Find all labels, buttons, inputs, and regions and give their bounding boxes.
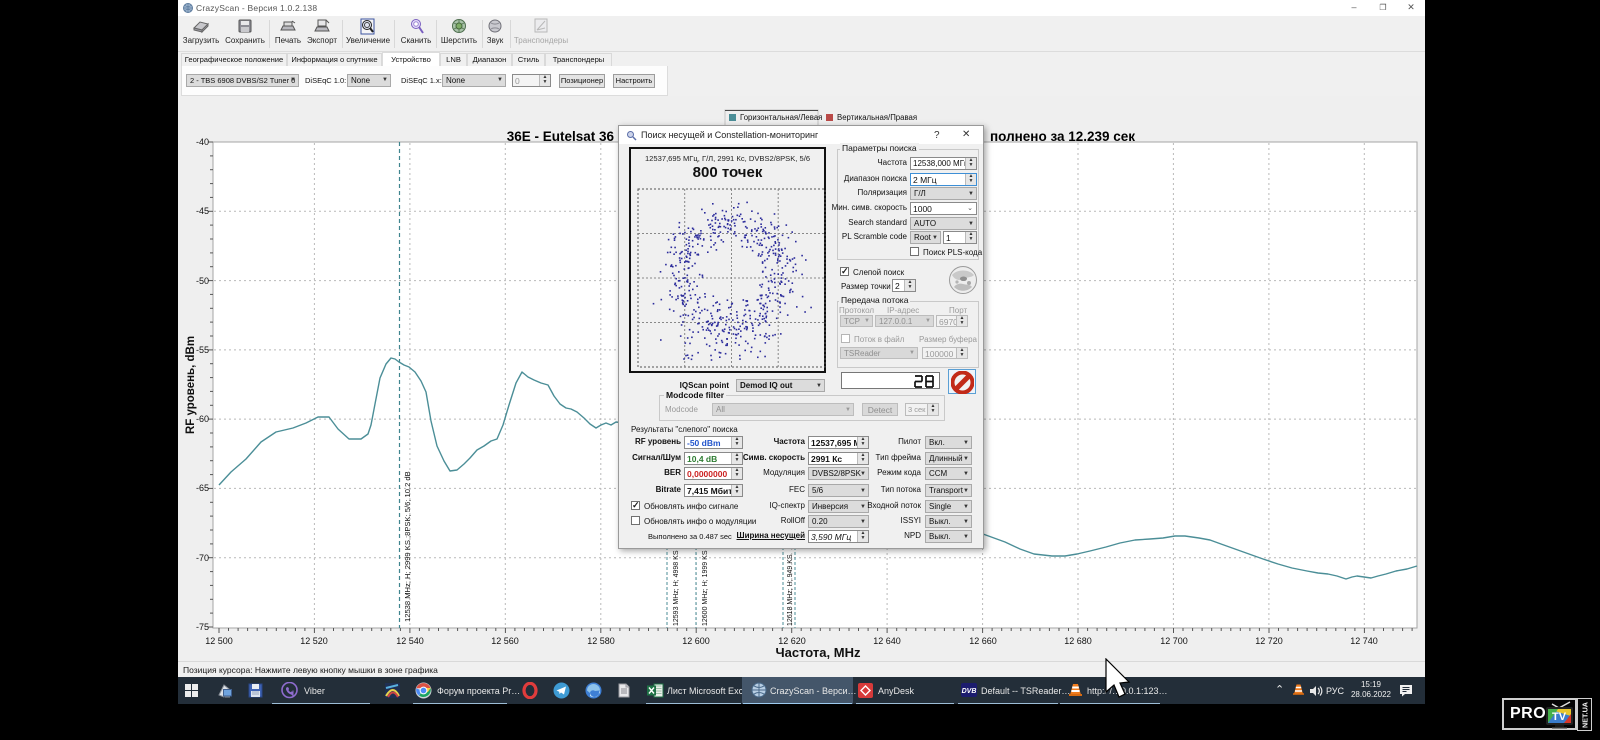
- svg-text:полнено за 12.239 сек: полнено за 12.239 сек: [990, 129, 1135, 144]
- svg-text:DVB: DVB: [962, 688, 977, 695]
- svg-text:Частота, MHz: Частота, MHz: [776, 645, 861, 660]
- svg-text:12 580: 12 580: [587, 636, 615, 646]
- svg-text:TV: TV: [1552, 711, 1567, 723]
- svg-text:12 700: 12 700: [1160, 636, 1188, 646]
- svg-text:-70: -70: [196, 553, 209, 563]
- svg-text:12 660: 12 660: [969, 636, 997, 646]
- svg-text:12 600: 12 600: [682, 636, 710, 646]
- svg-text:Горизонтальная/Левая: Горизонтальная/Левая: [740, 113, 822, 122]
- svg-text:12618 MHz; H; 949 KS: 12618 MHz; H; 949 KS: [787, 554, 794, 626]
- svg-text:-65: -65: [196, 483, 209, 493]
- svg-text:-60: -60: [196, 414, 209, 424]
- svg-text:12 560: 12 560: [491, 636, 519, 646]
- svg-text:36E - Eutelsat 36: 36E - Eutelsat 36: [507, 129, 615, 144]
- svg-text:Вертикальная/Правая: Вертикальная/Правая: [837, 113, 917, 122]
- svg-text:RF уровень, dBm: RF уровень, dBm: [185, 336, 197, 434]
- svg-text:12 680: 12 680: [1064, 636, 1092, 646]
- svg-text:-45: -45: [196, 206, 209, 216]
- svg-text:12 740: 12 740: [1350, 636, 1378, 646]
- svg-text:-40: -40: [196, 137, 209, 147]
- svg-text:-75: -75: [196, 622, 209, 632]
- svg-text:12 540: 12 540: [396, 636, 424, 646]
- svg-text:NET.UA: NET.UA: [1581, 702, 1590, 728]
- svg-text:12 640: 12 640: [873, 636, 901, 646]
- svg-text:-55: -55: [196, 345, 209, 355]
- svg-text:12600 MHz; H; 1999 KS: 12600 MHz; H; 1999 KS: [702, 550, 709, 626]
- svg-text:12 720: 12 720: [1255, 636, 1283, 646]
- svg-text:12 500: 12 500: [205, 636, 233, 646]
- svg-text:12 520: 12 520: [300, 636, 328, 646]
- svg-text:-50: -50: [196, 276, 209, 286]
- svg-text:12593 MHz; H; 4998 KS: 12593 MHz; H; 4998 KS: [673, 550, 680, 626]
- svg-text:12538 MHz; H; 2999 KS ;8PSK; 5: 12538 MHz; H; 2999 KS ;8PSK; 5/6; 10.2 d…: [403, 471, 412, 622]
